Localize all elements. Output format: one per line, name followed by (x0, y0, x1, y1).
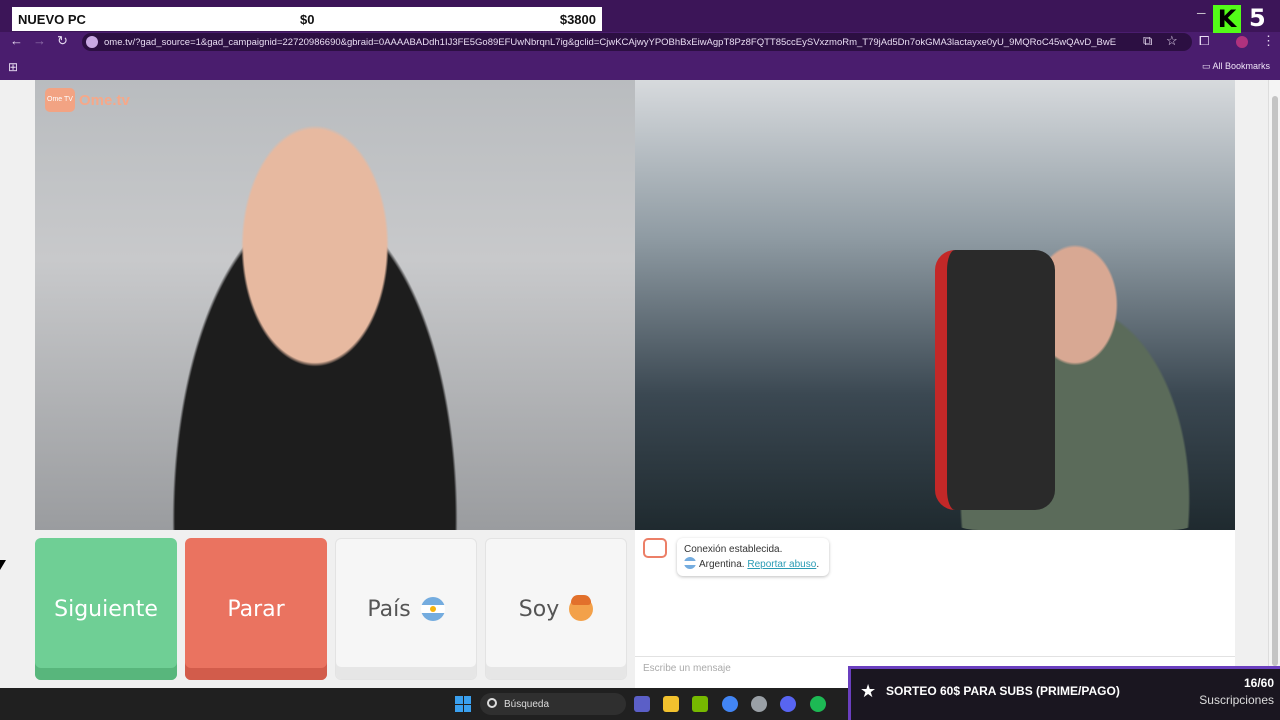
windows-start-icon[interactable] (455, 696, 471, 712)
subs-title: SORTEO 60$ PARA SUBS (PRIME/PAGO) (886, 684, 1120, 698)
next-button[interactable]: Siguiente (35, 538, 177, 680)
cast-icon[interactable]: ⧉ (1143, 33, 1152, 49)
subs-label: Suscripciones (1199, 693, 1274, 707)
report-suffix: . (816, 559, 820, 570)
goal-target: $3800 (559, 11, 596, 27)
star-icon: ★ (860, 681, 877, 701)
extensions-icon[interactable]: ⧠ (1199, 33, 1209, 49)
argentina-flag-small-icon (684, 557, 696, 569)
obs-icon[interactable] (751, 696, 767, 712)
gender-label: Soy (518, 596, 560, 622)
stream-goal-overlay: NUEVO PC $0 $3800 (12, 7, 602, 31)
goal-label: NUEVO PC (18, 11, 86, 27)
ometv-logo: Ome TV Ome.tv (45, 88, 130, 112)
country-label: País (367, 596, 411, 622)
logo-badge: Ome TV (45, 88, 75, 112)
system-message: Conexión establecida. Argentina. Reporta… (677, 538, 829, 576)
apps-grid-icon[interactable]: ⊞ (8, 60, 18, 74)
stranger-figure (135, 120, 495, 530)
minimize-icon[interactable]: ─ (1197, 6, 1206, 20)
goal-current: $0 (300, 11, 315, 27)
reload-icon[interactable]: ↻ (57, 33, 68, 49)
teams-icon[interactable] (634, 696, 650, 712)
country-text: Argentina. (699, 559, 745, 570)
all-bookmarks[interactable]: ▭ All Bookmarks (1202, 61, 1270, 72)
argentina-flag-icon (420, 597, 445, 621)
boy-face-icon (569, 595, 594, 621)
all-bookmarks-label: All Bookmarks (1212, 61, 1270, 71)
search-icon (487, 698, 497, 708)
bookmarks-bar (0, 56, 1280, 78)
menu-icon[interactable]: ⋮ (1262, 33, 1275, 49)
mouse-cursor-icon (0, 560, 6, 570)
discord-icon[interactable] (780, 696, 796, 712)
stop-label: Parar (227, 596, 285, 622)
address-bar[interactable]: ome.tv/?gad_source=1&gad_campaignid=2272… (82, 33, 1192, 51)
bookmark-star-icon[interactable]: ☆ (1166, 33, 1178, 49)
file-explorer-icon[interactable] (663, 696, 679, 712)
report-abuse-link[interactable]: Reportar abuso (747, 559, 816, 570)
subs-count: 16/60 (1243, 676, 1274, 690)
profile-avatar[interactable] (1236, 36, 1248, 48)
kick-number: 5 (1249, 4, 1266, 32)
gaming-chair (935, 250, 1055, 510)
stranger-video (35, 80, 635, 530)
forward-icon[interactable]: → (33, 33, 46, 48)
back-icon[interactable]: ← (10, 33, 23, 48)
connection-text: Conexión establecida. (684, 544, 783, 555)
chrome-icon[interactable] (722, 696, 738, 712)
taskbar-search[interactable]: Búsqueda (480, 693, 626, 715)
spotify-icon[interactable] (810, 696, 826, 712)
self-video (635, 80, 1235, 530)
ometv-chat-icon (643, 538, 667, 558)
next-label: Siguiente (54, 596, 158, 622)
nvidia-icon[interactable] (692, 696, 708, 712)
kick-logo: K (1213, 5, 1241, 33)
country-button[interactable]: País (335, 538, 477, 680)
stop-button[interactable]: Parar (185, 538, 327, 680)
gender-button[interactable]: Soy (485, 538, 627, 680)
logo-text: Ome.tv (79, 91, 130, 109)
site-info-icon[interactable] (86, 36, 98, 48)
scroll-thumb[interactable] (1272, 96, 1278, 666)
page-scrollbar[interactable] (1268, 80, 1280, 688)
